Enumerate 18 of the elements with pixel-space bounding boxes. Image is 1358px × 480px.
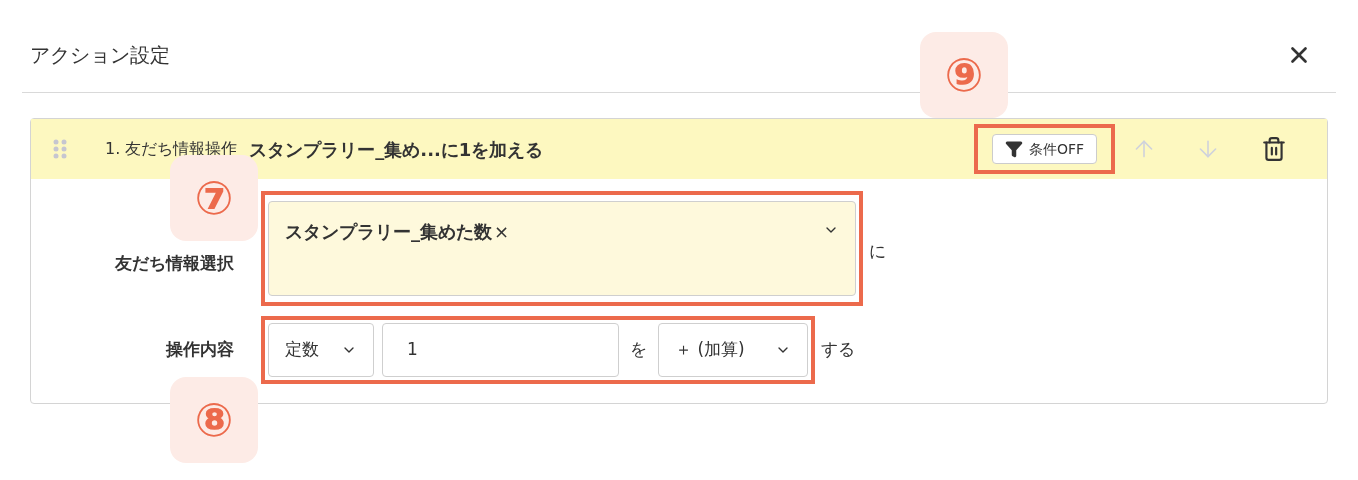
- suffix-text: する: [821, 338, 855, 362]
- drag-handle-icon[interactable]: [53, 139, 67, 159]
- field-label: 友だち情報選択: [114, 252, 234, 275]
- friend-info-select[interactable]: スタンプラリー_集めた数×: [268, 201, 856, 296]
- filter-icon: [1004, 140, 1023, 158]
- tag-remove[interactable]: ×: [494, 221, 510, 242]
- delete-icon[interactable]: [1261, 136, 1287, 162]
- operator-select[interactable]: ＋ (加算): [658, 323, 808, 377]
- field-label: 操作内容: [164, 338, 234, 362]
- value-input[interactable]: 1: [382, 323, 619, 377]
- annotation-badge: ⑨: [920, 32, 1008, 118]
- particle-text: を: [630, 338, 647, 362]
- annotation-badge: ⑧: [170, 377, 258, 463]
- type-select[interactable]: 定数: [268, 323, 374, 377]
- suffix-text: に: [869, 240, 886, 263]
- selected-tag: スタンプラリー_集めた数×: [285, 218, 510, 245]
- dialog-title: アクション設定: [30, 42, 170, 69]
- condition-button[interactable]: 条件OFF: [991, 134, 1097, 164]
